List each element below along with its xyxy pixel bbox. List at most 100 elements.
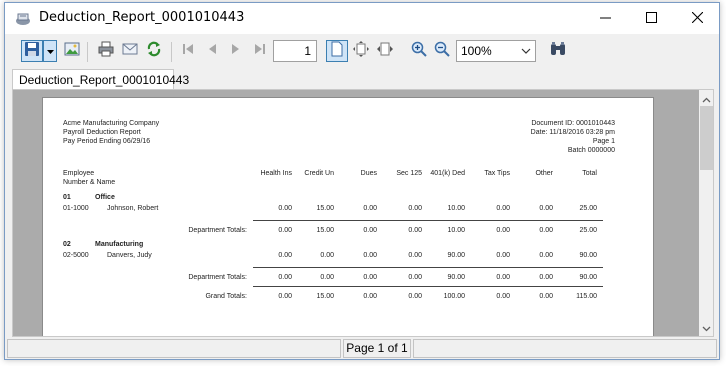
cell-value: 0.00: [539, 252, 553, 259]
cell-value: 0.00: [539, 205, 553, 212]
department-code: 01: [63, 194, 71, 201]
total-value: 0.00: [496, 274, 510, 281]
app-icon: [15, 11, 31, 27]
close-button[interactable]: [674, 3, 720, 34]
save-dropdown-button[interactable]: [43, 40, 57, 62]
toolbar: 1 100%: [5, 37, 719, 67]
vertical-scrollbar[interactable]: [699, 90, 713, 337]
fit-page-icon: [353, 40, 369, 62]
single-page-icon: [330, 41, 344, 62]
total-value: 90.00: [579, 274, 597, 281]
column-header-employee: Employee: [63, 170, 95, 177]
zoom-out-icon: [434, 41, 450, 62]
grand-total-value: 0.00: [496, 293, 510, 300]
cell-value: 0.00: [363, 205, 377, 212]
employee-number: 01-1000: [63, 205, 89, 212]
fit-page-button[interactable]: [350, 40, 372, 62]
cell-value: 25.00: [579, 205, 597, 212]
grand-totals-rule: [253, 286, 603, 287]
page-number-input[interactable]: 1: [273, 40, 317, 62]
refresh-button[interactable]: [143, 40, 165, 62]
grand-total-value: 115.00: [576, 293, 597, 300]
cell-value: 0.00: [408, 252, 422, 259]
save-icon: [24, 41, 40, 62]
scroll-thumb[interactable]: [700, 106, 713, 170]
toolbar-separator: [171, 42, 172, 62]
first-page-button[interactable]: [177, 40, 199, 62]
maximize-icon: [645, 10, 657, 28]
refresh-icon: [146, 41, 162, 62]
totals-rule: [253, 267, 603, 268]
cell-value: 0.00: [320, 252, 334, 259]
page-indicator: Page 1: [592, 138, 615, 145]
minimize-button[interactable]: [582, 3, 628, 34]
next-page-icon: [229, 42, 243, 61]
last-page-button[interactable]: [249, 40, 271, 62]
page-width-icon: [377, 41, 393, 62]
batch-number: Batch 0000000: [567, 147, 615, 154]
minimize-icon: [599, 10, 611, 28]
maximize-button[interactable]: [628, 3, 674, 34]
cell-value: 0.00: [278, 205, 292, 212]
cell-value: 15.00: [316, 205, 334, 212]
grand-total-value: 0.00: [363, 293, 377, 300]
status-cell-left: [7, 339, 341, 358]
report-viewport[interactable]: Acme Manufacturing Company Payroll Deduc…: [12, 89, 714, 337]
cell-value: 0.00: [278, 252, 292, 259]
page-width-button[interactable]: [374, 40, 396, 62]
next-page-button[interactable]: [225, 40, 247, 62]
email-button[interactable]: [119, 40, 141, 62]
print-icon: [98, 41, 114, 62]
cell-value: 0.00: [496, 252, 510, 259]
close-icon: [691, 10, 703, 28]
previous-page-button[interactable]: [201, 40, 223, 62]
tab-document[interactable]: Deduction_Report_0001010443: [12, 69, 189, 90]
pay-period: Pay Period Ending 06/29/16: [63, 138, 151, 145]
column-header: Total: [582, 170, 597, 177]
cell-value: 0.00: [408, 205, 422, 212]
cell-value: 0.00: [496, 205, 510, 212]
email-icon: [122, 41, 138, 62]
last-page-icon: [253, 42, 267, 61]
department-name: Manufacturing: [95, 241, 144, 248]
column-header-number-name: Number & Name: [63, 179, 116, 186]
report-viewer-window: Deduction_Report_0001010443 1 100% Deduc…: [4, 2, 720, 360]
dropdown-arrow-icon: [46, 42, 54, 60]
save-button[interactable]: [21, 40, 43, 62]
column-header: Sec 125: [396, 170, 422, 177]
total-value: 0.00: [539, 274, 553, 281]
total-value: 90.00: [447, 274, 465, 281]
zoom-in-button[interactable]: [408, 40, 430, 62]
print-button[interactable]: [95, 40, 117, 62]
zoom-select[interactable]: 100%: [456, 40, 536, 62]
chevron-up-icon: [702, 90, 711, 108]
export-image-button[interactable]: [61, 40, 83, 62]
zoom-value: 100%: [461, 44, 492, 58]
document-id: Document ID: 0001010443: [531, 120, 615, 127]
total-value: 0.00: [320, 274, 334, 281]
department-totals-label: Department Totals:: [188, 274, 247, 281]
find-button[interactable]: [547, 40, 569, 62]
zoom-out-button[interactable]: [431, 40, 453, 62]
total-value: 0.00: [278, 227, 292, 234]
employee-name: Johnson, Robert: [107, 205, 159, 212]
column-header: Dues: [360, 170, 377, 177]
grand-total-value: 0.00: [408, 293, 422, 300]
scroll-down-button[interactable]: [699, 319, 713, 337]
total-value: 0.00: [363, 227, 377, 234]
chevron-down-icon: [702, 319, 711, 337]
scroll-up-button[interactable]: [699, 90, 713, 108]
total-value: 0.00: [539, 227, 553, 234]
grand-total-value: 100.00: [443, 293, 465, 300]
total-value: 0.00: [363, 274, 377, 281]
cell-value: 90.00: [579, 252, 597, 259]
single-page-button[interactable]: [326, 40, 348, 62]
column-header: Other: [535, 170, 553, 177]
department-code: 02: [63, 241, 71, 248]
zoom-in-icon: [411, 41, 427, 62]
column-header: Health Ins: [260, 170, 292, 177]
total-value: 0.00: [278, 274, 292, 281]
image-export-icon: [64, 41, 80, 62]
grand-total-value: 0.00: [278, 293, 292, 300]
employee-name: Danvers, Judy: [107, 252, 152, 259]
